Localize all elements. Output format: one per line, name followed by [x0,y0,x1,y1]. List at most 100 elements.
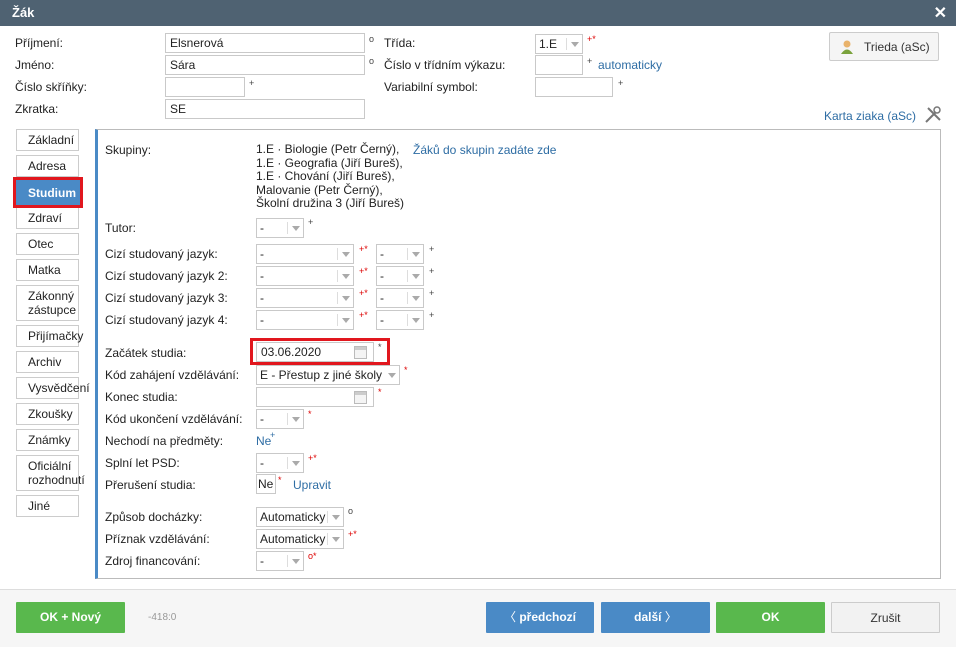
surname-input[interactable]: Elsnerová [165,33,365,53]
chevron-down-icon [332,537,340,542]
tools-icon[interactable] [924,106,942,124]
lang2-select[interactable]: - [256,266,354,286]
lang3-mark: +* [359,288,368,298]
tab-adresa[interactable]: Adresa [16,155,79,177]
previous-button[interactable]: 〈 předchozí [486,602,594,633]
class-asc-button[interactable]: Trieda (aSc) [829,32,939,61]
start-code-mark: * [404,365,408,375]
edit-link[interactable]: Upravit [293,478,331,492]
tab-prijimacky[interactable]: Přijímačky [16,325,83,347]
tutor-label: Tutor: [105,221,136,235]
lang1-select[interactable]: - [256,244,354,264]
attendance-label: Způsob docházky: [105,510,203,524]
tutor-select[interactable]: - [256,218,304,238]
attendance-select[interactable]: Automaticky [256,507,344,527]
chevron-down-icon [412,318,420,323]
edu-flag-label: Příznak vzdělávání: [105,532,210,546]
class-select[interactable]: 1.E [535,34,583,54]
chevron-right-icon: 〉 [664,610,677,624]
group-item: 1.E · Biologie (Petr Černý), [256,142,400,156]
tab-zdravi[interactable]: Zdraví [16,207,79,229]
psd-mark: +* [308,453,317,463]
group-item: Školní družina 3 (Jiří Bureš) [256,196,405,210]
group-item: 1.E · Chování (Jiří Bureš), [256,169,395,183]
psd-label: Splní let PSD: [105,456,180,470]
funding-label: Zdroj financování: [105,554,201,568]
automatic-link[interactable]: automaticky [598,58,662,72]
lang4-level-select[interactable]: - [376,310,424,330]
chevron-down-icon [412,296,420,301]
funding-select[interactable]: - [256,551,304,571]
dialog-titlebar: Žák ✕ [0,0,956,26]
close-icon[interactable]: ✕ [934,3,947,23]
lang4-label: Cizí studovaný jazyk 4: [105,313,228,327]
name-input[interactable]: Sára [165,55,365,75]
lang2-level-mark: + [429,266,435,276]
lang2-level-value: - [380,269,384,283]
tab-zakladni[interactable]: Základní [16,129,79,151]
ok-button[interactable]: OK [716,602,825,633]
class-mark: +* [587,34,596,44]
chevron-down-icon [342,318,350,323]
chevron-down-icon [342,252,350,257]
chevron-down-icon [292,559,300,564]
next-label: další [634,610,662,624]
psd-value: - [260,456,264,470]
ok-new-button[interactable]: OK + Nový [16,602,125,633]
locker-input[interactable] [165,77,245,97]
tab-oficialni-rozhodnuti[interactable]: Oficiální rozhodnutí [16,455,85,491]
chevron-down-icon [412,274,420,279]
tab-vysvedceni[interactable]: Vysvědčení [16,377,90,399]
tab-archiv[interactable]: Archiv [16,351,79,373]
lang1-level-select[interactable]: - [376,244,424,264]
end-label: Konec studia: [105,390,178,404]
start-label: Začátek studia: [105,346,187,360]
abbr-input[interactable]: SE [165,99,365,119]
chevron-down-icon [388,373,396,378]
tab-zkousky[interactable]: Zkoušky [16,403,79,425]
tab-zakonny-zastupce[interactable]: Zákonný zástupce [16,285,79,321]
varsym-input[interactable] [535,77,613,97]
record-code: -418:0 [148,612,177,623]
varsym-mark: + [618,78,624,88]
cancel-button[interactable]: Zrušit [831,602,940,633]
student-card-link[interactable]: Karta ziaka (aSc) [824,109,916,123]
class-label: Třída: [384,36,416,50]
classlist-input[interactable] [535,55,583,75]
end-code-mark: * [308,409,312,419]
end-code-value: - [260,412,264,426]
lang4-select[interactable]: - [256,310,354,330]
tutor-value: - [260,221,264,235]
classlist-label: Číslo v třídním výkazu: [384,58,506,72]
tab-znamky[interactable]: Známky [16,429,79,451]
tab-jine[interactable]: Jiné [16,495,79,517]
lang1-level-mark: + [429,244,435,254]
next-button[interactable]: další 〉 [601,602,710,633]
start-code-value: E - Přestup z jiné školy [260,368,383,382]
group-item: 1.E · Geografia (Jiří Bureš), [256,155,403,170]
end-code-label: Kód ukončení vzdělávání: [105,412,243,426]
tab-otec[interactable]: Otec [16,233,79,255]
tab-matka[interactable]: Matka [16,259,79,281]
edu-flag-select[interactable]: Automaticky [256,529,344,549]
highlight-studium-tab [13,177,83,208]
lang3-level-select[interactable]: - [376,288,424,308]
classlist-mark: + [587,56,593,66]
end-code-select[interactable]: - [256,409,304,429]
start-code-select[interactable]: E - Přestup z jiné školy [256,365,400,385]
attendance-value: Automaticky [260,510,326,524]
lang3-level-value: - [380,291,384,305]
calendar-icon[interactable] [354,391,367,404]
lang2-level-select[interactable]: - [376,266,424,286]
chevron-down-icon [292,417,300,422]
lang1-value: - [260,247,264,261]
surname-label: Příjmení: [15,36,64,50]
lang3-select[interactable]: - [256,288,354,308]
lang1-mark: +* [359,244,368,254]
varsym-label: Variabilní symbol: [384,80,478,94]
psd-select[interactable]: - [256,453,304,473]
chevron-down-icon [332,515,340,520]
groups-link[interactable]: Žáků do skupin zadáte zde [413,143,556,157]
end-mark: * [378,387,382,397]
end-date-input[interactable] [256,387,374,407]
